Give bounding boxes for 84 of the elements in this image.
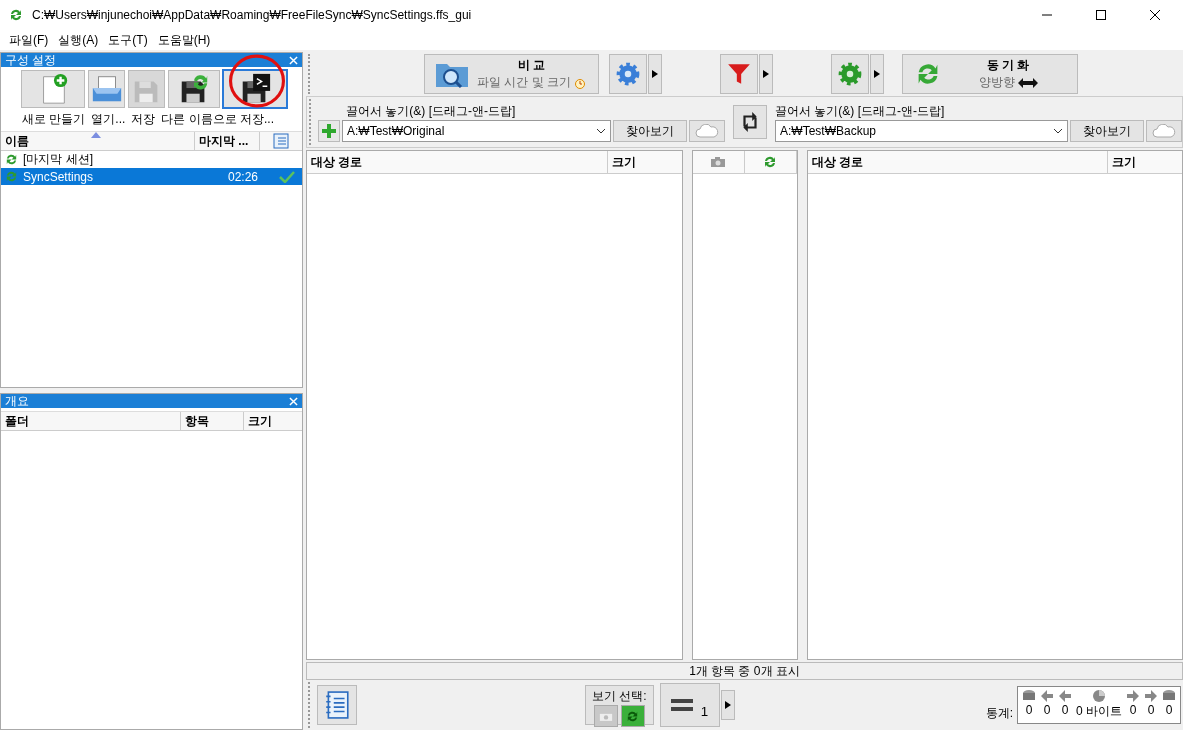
triangle-right-icon	[874, 70, 880, 78]
stat-value: 0	[1165, 703, 1173, 717]
column-header[interactable]: 이름	[1, 132, 195, 150]
column-header[interactable]: 대상 경로	[307, 151, 608, 173]
camera-icon[interactable]	[710, 156, 726, 168]
log-button[interactable]	[317, 685, 357, 725]
plus-icon	[322, 124, 336, 138]
stat-value: 0	[1061, 703, 1069, 717]
add-button[interactable]	[318, 120, 340, 142]
sync-icon[interactable]	[762, 154, 778, 170]
session-row[interactable]: SyncSettings 02:26	[1, 168, 302, 185]
folder-path-field[interactable]: A:₩Test₩Original	[342, 120, 611, 142]
disk-icon	[1162, 689, 1176, 703]
browse-button[interactable]: 찾아보기	[1070, 120, 1144, 142]
column-header[interactable]: 대상 경로	[807, 151, 1108, 173]
swap-button[interactable]	[733, 105, 767, 139]
session-name: [마지막 세션]	[23, 151, 94, 168]
sync-icon	[4, 169, 19, 184]
session-row[interactable]: [마지막 세션]	[1, 151, 302, 168]
stat-value: 0 바이트	[1076, 703, 1122, 720]
sort-arrow-icon	[91, 132, 101, 138]
equals-icon	[670, 697, 693, 713]
list-icon[interactable]	[272, 133, 290, 149]
arrow-icon	[1058, 689, 1072, 703]
tool-label: 새로 만들기	[22, 111, 86, 128]
equal-filter-button[interactable]: 1	[659, 683, 720, 727]
cloud-icon	[695, 124, 719, 138]
gear-icon	[615, 61, 641, 87]
drop-label: 끌어서 놓기(&) [드래그-앤-드랍]	[775, 102, 946, 120]
column-header[interactable]: 폴더	[1, 412, 181, 430]
sync-icon	[4, 152, 19, 167]
dropdown-button[interactable]	[870, 54, 884, 94]
menu-item[interactable]: 파일(F)	[4, 31, 54, 49]
disk-icon	[1022, 689, 1036, 703]
sync-icon	[8, 7, 24, 23]
pie-icon	[1092, 689, 1106, 703]
sync-button[interactable]: 동 기 화 양방향	[902, 54, 1078, 94]
gear-icon	[837, 61, 863, 87]
folder-path-field[interactable]: A:₩Test₩Backup	[775, 120, 1068, 142]
tool-label: 저장	[131, 111, 156, 128]
session-time: 02:26	[228, 169, 260, 184]
panel-title: 구성 설정	[5, 51, 57, 69]
dropdown-button[interactable]	[720, 690, 735, 720]
dropdown-button[interactable]	[648, 54, 662, 94]
stat-value: 0	[1025, 703, 1033, 717]
menu-item[interactable]: 실행(A)	[53, 31, 104, 49]
window-title: C:₩Users₩injunechoi₩AppData₩Roaming₩FreeFileSync₩SyncSettings.ffs_gui	[32, 8, 473, 22]
arrow-icon	[1144, 689, 1158, 703]
cloud-icon	[1152, 124, 1176, 138]
status-text: 1개 항목 중 0개 표시	[689, 662, 800, 680]
stat-value: 0	[1043, 703, 1051, 717]
triangle-right-icon	[724, 701, 731, 709]
stat-value: 0	[1129, 703, 1137, 717]
view-label: 보기 선택:	[592, 688, 647, 705]
column-header[interactable]: 마지막 ...	[195, 132, 260, 150]
stats-label: 통계:	[985, 704, 1013, 722]
view-toggle[interactable]	[593, 705, 618, 727]
triangle-right-icon	[763, 70, 769, 78]
column-header[interactable]: 크기	[607, 151, 682, 173]
menu-item[interactable]: 도움말(H)	[152, 31, 216, 49]
session-name: SyncSettings	[23, 169, 95, 184]
arrow-icon	[1126, 689, 1140, 703]
alarm-clock-icon	[574, 76, 586, 89]
tool-label: 다른 이름으로 저장...	[161, 111, 275, 128]
column-header[interactable]: 항목	[181, 412, 244, 430]
tool-button[interactable]	[168, 70, 220, 108]
arrow-icon	[1040, 689, 1054, 703]
compare-button[interactable]: 비 교 파일 시간 및 크기	[424, 54, 599, 94]
drop-label: 끌어서 놓기(&) [드래그-앤-드랍]	[345, 102, 517, 120]
chevron-down-icon	[1053, 128, 1063, 134]
triangle-right-icon	[652, 70, 658, 78]
tool-label: 열기...	[91, 111, 126, 128]
view-toggle[interactable]	[620, 705, 645, 727]
column-header[interactable]: 크기	[244, 412, 302, 430]
double-arrow-icon	[1017, 77, 1038, 88]
dropdown-button[interactable]	[759, 54, 773, 94]
browse-button[interactable]: 찾아보기	[613, 120, 687, 142]
chevron-down-icon	[596, 128, 606, 134]
filter-button[interactable]	[720, 54, 758, 94]
stat-value: 0	[1147, 703, 1155, 717]
panel-title: 개요	[5, 392, 29, 410]
notebook-icon	[324, 691, 350, 719]
column-header[interactable]: 크기	[1108, 151, 1182, 173]
menu-item[interactable]: 도구(T)	[103, 31, 153, 49]
